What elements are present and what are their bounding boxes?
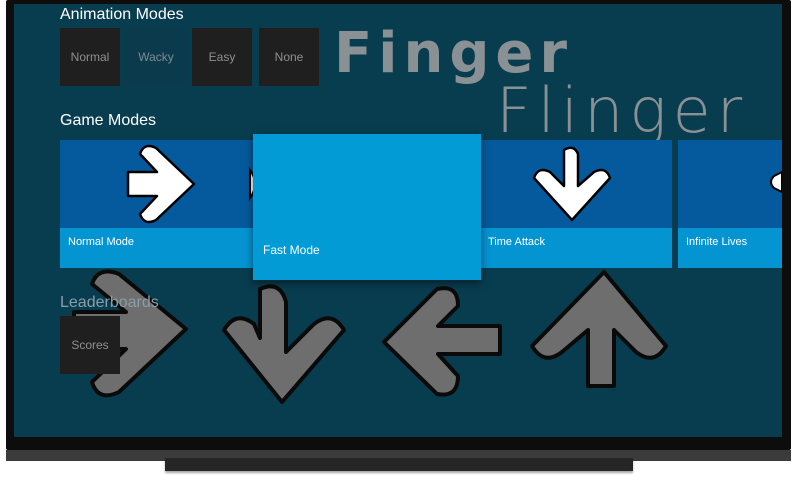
animation-mode-wacky-button[interactable]: Wacky — [126, 28, 186, 86]
card-label: Time Attack — [488, 236, 546, 248]
scores-button[interactable]: Scores — [60, 316, 120, 374]
card-footer — [60, 228, 254, 268]
animation-mode-normal-button[interactable]: Normal — [60, 28, 120, 86]
card-image — [480, 140, 672, 228]
card-label: Infinite Lives — [686, 236, 748, 248]
card-footer — [678, 228, 782, 268]
bg-arrow-left-icon — [382, 286, 502, 397]
arrow-down-icon — [532, 146, 612, 222]
card-label: Fast Mode — [263, 243, 320, 257]
card-label: Normal Mode — [68, 236, 135, 248]
arrow-icon — [770, 170, 782, 194]
bg-arrow-up-icon — [530, 270, 668, 388]
arrow-right-icon — [126, 144, 254, 224]
game-modes-title: Game Modes — [60, 112, 157, 129]
card-image — [60, 140, 254, 228]
bg-arrow-down-icon — [222, 284, 346, 404]
leaderboards-title: Leaderboards — [60, 294, 159, 311]
card-image — [678, 140, 782, 228]
game-mode-card-fast[interactable]: Fast Mode — [253, 134, 481, 280]
logo-title-line2: Flinger — [496, 74, 749, 147]
animation-mode-easy-button[interactable]: Easy — [192, 28, 252, 86]
animation-modes-title: Animation Modes — [60, 6, 184, 23]
tv-stand — [165, 458, 633, 471]
game-mode-card-infinite-lives[interactable]: Infinite Lives — [678, 140, 782, 268]
tv-screen: Finger Flinger Animation Modes Normal Wa… — [14, 4, 782, 437]
card-footer — [480, 228, 672, 268]
game-mode-card-time-attack[interactable]: Time Attack — [480, 140, 672, 268]
animation-mode-none-button[interactable]: None — [259, 28, 319, 86]
game-mode-card-normal[interactable]: Normal Mode — [60, 140, 254, 268]
